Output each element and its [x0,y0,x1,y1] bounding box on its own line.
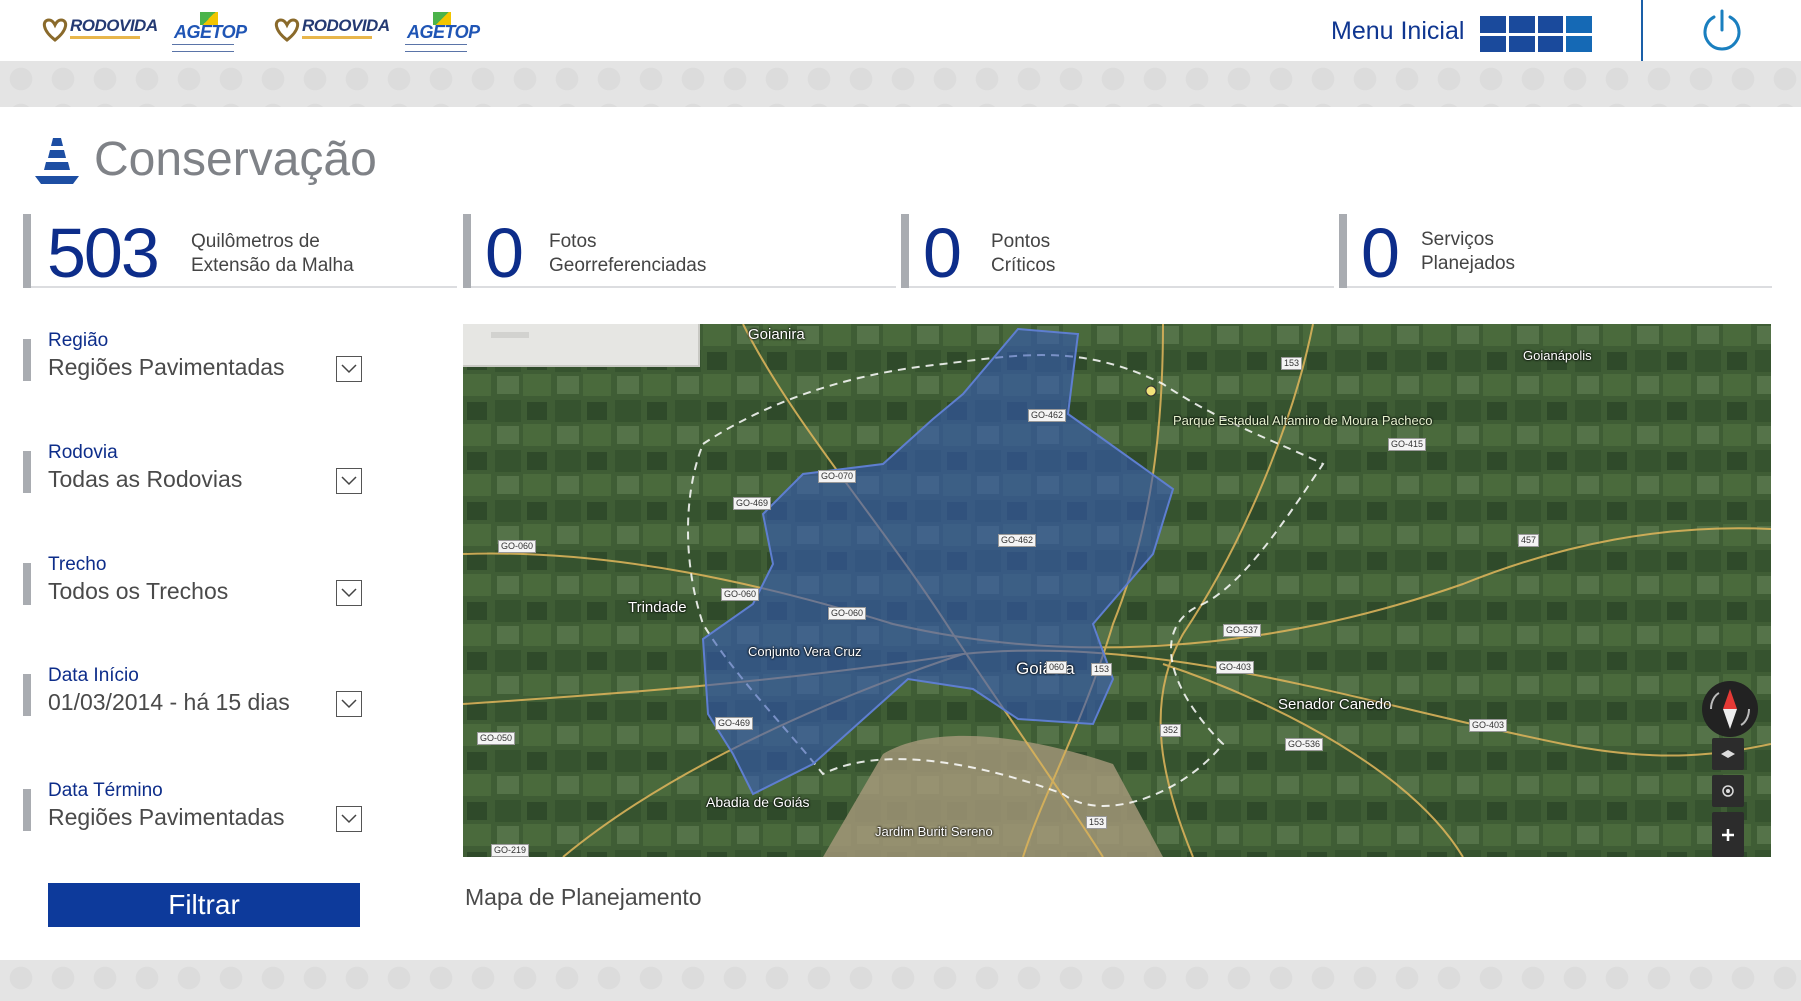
stat-card-servicos: 0 Serviços Planejados [1339,214,1772,288]
chevron-down-icon[interactable] [336,691,362,717]
filter-trecho[interactable]: Trecho Todos os Trechos [23,554,363,606]
road-tag: GO-469 [733,497,772,510]
stat-label: Serviços Planejados [1421,229,1516,274]
compass-icon[interactable] [1702,681,1758,737]
rodovida-logo: RODOVIDA [40,12,158,52]
map-satellite-layer [463,324,1771,857]
stat-value: 503 [47,214,160,292]
road-tag: GO-060 [721,588,760,601]
road-tag: GO-462 [998,534,1037,547]
zoom-in-icon[interactable] [1712,812,1744,857]
filter-label: Região [48,330,109,351]
road-tag: 153 [1086,816,1108,829]
traffic-cone-icon [35,138,79,184]
road-tag: GO-536 [1285,738,1324,751]
filter-data-termino[interactable]: Data Término Regiões Pavimentadas [23,780,363,832]
map-place-label: Abadia de Goiás [706,794,810,810]
map-place-label: Parque Estadual Altamiro de Moura Pachec… [1173,413,1433,428]
stat-card-fotos: 0 Fotos Georreferenciadas [463,214,896,288]
road-tag: GO-050 [477,732,516,745]
chevron-down-icon[interactable] [336,468,362,494]
map-place-label: Goianápolis [1523,348,1592,363]
filter-regiao[interactable]: Região Regiões Pavimentadas [23,330,363,382]
road-tag: 457 [1518,534,1540,547]
page-title: Conservação [94,133,377,186]
rodovida-logo: RODOVIDA [272,12,390,52]
stat-label: Quilômetros de Extensão da Malha [191,231,354,276]
locate-icon[interactable] [1712,775,1744,807]
road-tag: 060 [1046,661,1068,674]
road-tag: GO-070 [818,470,857,483]
power-icon[interactable] [1699,7,1745,53]
map-place-label: Senador Canedo [1278,696,1392,713]
filter-value[interactable]: Regiões Pavimentadas [48,804,285,831]
filtrar-button[interactable]: Filtrar [48,883,360,927]
road-tag: 153 [1091,663,1113,676]
stat-label: Pontos Críticos [991,231,1056,276]
road-tag: GO-462 [1028,409,1067,422]
filter-label: Trecho [48,554,107,575]
filter-value[interactable]: Todos os Trechos [48,578,228,605]
top-header: RODOVIDA AGETOP RODOVIDA AGETOP Menu Ini… [0,0,1801,61]
stat-label: Fotos Georreferenciadas [549,231,707,276]
grid-icon[interactable] [1480,16,1592,52]
map-caption: Mapa de Planejamento [465,884,702,910]
filter-label: Rodovia [48,442,118,463]
decorative-band [0,960,1801,1001]
road-tag: GO-537 [1223,624,1262,637]
map-place-label: Goianira [748,326,805,343]
filter-data-inicio[interactable]: Data Início 01/03/2014 - há 15 dias [23,665,363,717]
road-tag: GO-219 [491,844,530,857]
menu-inicial-link[interactable]: Menu Inicial [1331,17,1464,46]
stat-value: 0 [1361,214,1400,292]
chevron-down-icon[interactable] [336,356,362,382]
map-place-label: Conjunto Vera Cruz [748,644,862,659]
layers-icon[interactable] [1712,738,1744,770]
chevron-down-icon[interactable] [336,580,362,606]
header-divider [1641,0,1643,61]
filter-value[interactable]: Todas as Rodovias [48,466,242,493]
agetop-logo: AGETOP [170,12,247,52]
road-tag: GO-403 [1216,661,1255,674]
map-search-box[interactable] [463,324,700,367]
road-tag: GO-060 [498,540,537,553]
road-tag: GO-415 [1388,438,1427,451]
filter-value[interactable]: 01/03/2014 - há 15 dias [48,689,290,716]
chevron-down-icon[interactable] [336,806,362,832]
road-tag: GO-469 [715,717,754,730]
map-place-label: Trindade [628,599,687,616]
filter-rodovia[interactable]: Rodovia Todas as Rodovias [23,442,363,494]
filter-value[interactable]: Regiões Pavimentadas [48,354,285,381]
agetop-logo: AGETOP [403,12,480,52]
map-place-label: Jardim Buriti Sereno [875,824,993,839]
planning-map[interactable]: Goianira Goianápolis Parque Estadual Alt… [463,324,1771,857]
filter-label: Data Início [48,665,139,686]
road-tag: 153 [1281,357,1303,370]
stat-value: 0 [923,214,962,292]
filter-label: Data Término [48,780,163,801]
stat-card-pontos: 0 Pontos Críticos [901,214,1334,288]
road-tag: GO-403 [1469,719,1508,732]
road-tag: GO-060 [828,607,867,620]
stat-value: 0 [485,214,524,292]
stat-card-km: 503 Quilômetros de Extensão da Malha [23,214,457,288]
decorative-band [0,61,1801,107]
road-tag: 352 [1160,724,1182,737]
